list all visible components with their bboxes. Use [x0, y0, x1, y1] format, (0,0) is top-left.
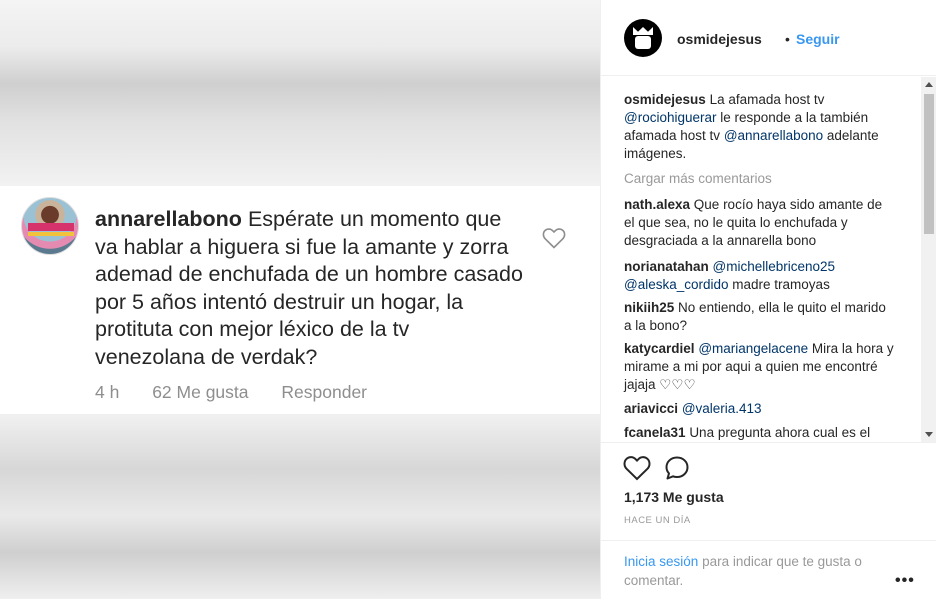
comment-username[interactable]: katycardiel	[624, 341, 695, 356]
caption-text: La afamada host tv	[709, 92, 825, 107]
comment-reply: Responder	[281, 382, 368, 402]
profile-avatar[interactable]	[624, 19, 662, 57]
scrollbar-thumb[interactable]	[924, 94, 934, 234]
mention-link[interactable]: @mariangelacene	[698, 341, 808, 356]
header-separator: •	[785, 31, 790, 47]
post-image: annarellabono Espérate un momento que va…	[0, 0, 600, 599]
heart-outline-icon	[542, 228, 566, 249]
post-header: osmidejesus • Seguir	[601, 0, 936, 76]
comment-text: Una pregunta ahora cual es el	[689, 425, 871, 440]
comment-username[interactable]: ariavicci	[624, 401, 678, 416]
comment-username[interactable]: fcanela31	[624, 425, 686, 440]
comment-body: Espérate un momento que va hablar a higu…	[95, 207, 523, 369]
comment-likes: 62 Me gusta	[152, 382, 249, 402]
mention-link[interactable]: @aleska_cordido	[624, 277, 729, 292]
comment-avatar	[21, 197, 79, 255]
comment-username[interactable]: nikiih25	[624, 300, 674, 315]
comment-item: nath.alexa Que rocío haya sido amante de…	[624, 196, 894, 250]
header-username[interactable]: osmidejesus	[677, 31, 762, 47]
comment-item: norianatahan @michellebriceno25 @aleska_…	[624, 258, 894, 294]
load-more-comments-button[interactable]: Cargar más comentarios	[624, 171, 772, 186]
comment-text: madre tramoyas	[732, 277, 830, 292]
login-link[interactable]: Inicia sesión	[624, 554, 698, 569]
comment-bubble-icon[interactable]	[664, 455, 690, 481]
comment-text-block: annarellabono Espérate un momento que va…	[95, 206, 525, 371]
heart-icon[interactable]	[623, 455, 651, 481]
login-text: Inicia sesión para indicar que te gusta …	[624, 552, 884, 590]
comments-scrollbar[interactable]	[921, 77, 936, 442]
comment-item: katycardiel @mariangelacene Mira la hora…	[624, 340, 894, 394]
comment-time: 4 h	[95, 382, 120, 402]
likes-count[interactable]: 1,173 Me gusta	[624, 489, 724, 505]
comment-item: nikiih25 No entiendo, ella le quito el m…	[624, 299, 894, 335]
mention-link[interactable]: @michellebriceno25	[713, 259, 836, 274]
screenshot-comment-card: annarellabono Espérate un momento que va…	[0, 186, 600, 414]
mention-link[interactable]: @valeria.413	[682, 401, 762, 416]
post-timestamp: HACE UN DÍA	[624, 515, 691, 526]
comment-meta: 4 h 62 Me gusta Responder	[95, 382, 395, 403]
more-options-icon[interactable]: •••	[895, 572, 915, 590]
scroll-down-arrow-icon[interactable]	[925, 432, 933, 437]
follow-button[interactable]: Seguir	[796, 31, 840, 47]
post-actions: 1,173 Me gusta HACE UN DÍA Inicia sesión…	[601, 442, 936, 599]
mention-link[interactable]: @rociohiguerar	[624, 110, 717, 125]
caption-username[interactable]: osmidejesus	[624, 92, 706, 107]
login-prompt: Inicia sesión para indicar que te gusta …	[601, 540, 936, 599]
comments-list: osmidejesus La afamada host tv @rociohig…	[601, 77, 923, 442]
blurred-background-top	[0, 0, 600, 186]
comment-item: ariavicci @valeria.413	[624, 400, 894, 418]
caption: osmidejesus La afamada host tv @rociohig…	[624, 91, 894, 163]
scroll-up-arrow-icon[interactable]	[925, 82, 933, 87]
post-side-panel: osmidejesus • Seguir osmidejesus La afam…	[600, 0, 936, 599]
comment-username[interactable]: nath.alexa	[624, 197, 690, 212]
comment-username[interactable]: norianatahan	[624, 259, 709, 274]
mention-link[interactable]: @annarellabono	[724, 128, 823, 143]
comment-item: fcanela31 Una pregunta ahora cual es el	[624, 424, 894, 442]
blurred-background-bottom	[0, 414, 600, 599]
crown-icon	[633, 27, 653, 35]
comment-username: annarellabono	[95, 207, 242, 231]
